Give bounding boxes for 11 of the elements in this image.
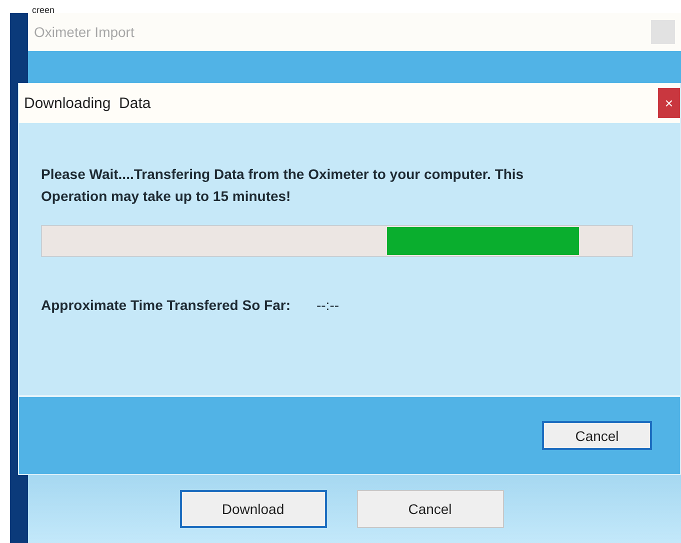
time-label: Approximate Time Transfered So Far: (41, 297, 290, 313)
download-button[interactable]: Download (180, 490, 326, 528)
time-value: --:-- (316, 297, 340, 313)
message-text: Please Wait....Transfering Data from the Oximeter to your computer. This Operation may take up to 15 minutes! (41, 165, 525, 206)
cancel-button[interactable]: Cancel (542, 421, 652, 450)
window-title: Oximeter Import (34, 24, 134, 40)
close-button[interactable]: × (658, 88, 680, 118)
page-caption: creen (32, 4, 55, 16)
dialog-title: Downloading Data (24, 94, 151, 112)
close-button[interactable] (651, 20, 675, 44)
cancel-button[interactable]: Cancel (356, 490, 504, 528)
